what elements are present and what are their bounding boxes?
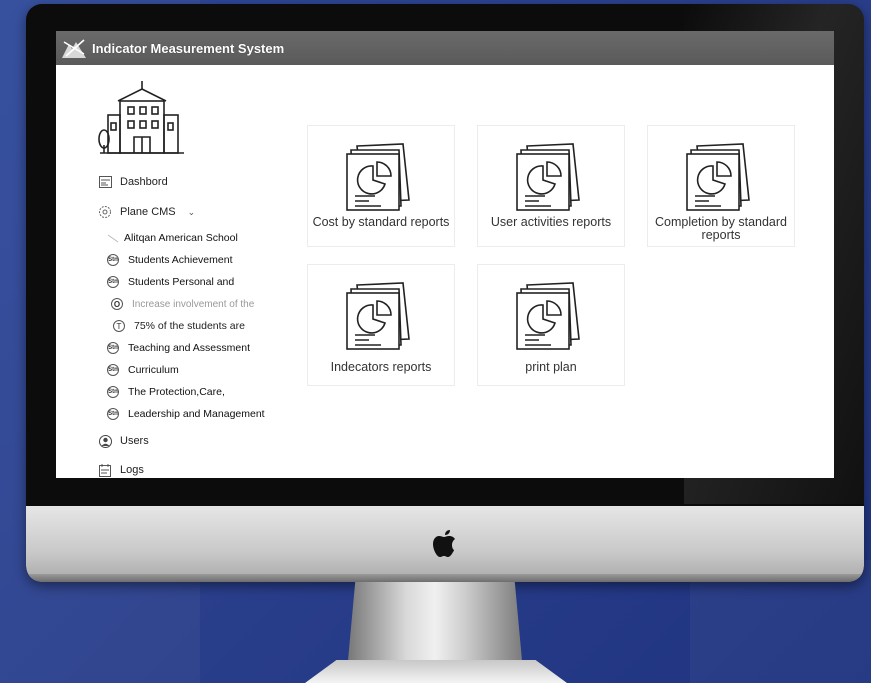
report-card-label: Indecators reports [330,360,432,374]
sidebar-item-label: Users [120,435,149,447]
settings-icon [98,205,112,219]
report-card-completion-by-standard[interactable]: Completion by standard reports [647,125,795,247]
sidebar-item-label: Dashbord [120,176,168,188]
app-logo-icon [62,39,86,58]
sidebar-item-label: Teaching and Assessment [128,342,250,354]
school-icon [106,231,120,245]
badge-icon: Stn [107,342,119,354]
report-card-indicators[interactable]: Indecators reports [307,264,455,386]
report-icon [346,282,410,350]
monitor-chin [26,506,864,582]
sidebar-item-leadership[interactable]: Stn Leadership and Management [106,407,265,421]
app-title: Indicator Measurement System [92,40,285,56]
sidebar-item-label: The Protection,Care, [128,386,225,398]
app-window: Indicator Measurement System Dashbord Pl… [56,31,834,478]
sidebar-item-teaching-assessment[interactable]: Stn Teaching and Assessment [106,341,250,355]
sidebar-item-label: Increase involvement of the [132,298,255,310]
sidebar-item-label: Students Personal and [128,276,235,288]
sidebar-item-curriculum[interactable]: Stn Curriculum [106,363,179,377]
sidebar-item-label: Logs [120,464,144,476]
sidebar-item-students-achievement[interactable]: Stn Students Achievement [106,253,232,267]
user-icon [98,434,112,448]
sidebar-item-label: Plane CMS [120,206,176,218]
badge-icon: Stn [107,254,119,266]
sidebar-item-increase-involvement[interactable]: O Increase involvement of the [110,297,254,311]
target-icon: O [111,298,123,310]
logs-icon [98,463,112,477]
badge-icon: Stn [107,276,119,288]
sidebar-item-label: Alitqan American School [124,232,238,244]
sidebar-item-dashboard[interactable]: Dashbord [98,175,168,189]
monitor-stand-base [305,660,567,683]
sidebar-item-label: Curriculum [128,364,179,376]
report-card-label: Cost by standard reports [312,215,450,229]
sidebar-item-label: Students Achievement [128,254,233,266]
monitor: Indicator Measurement System Dashbord Pl… [26,4,864,582]
report-icon [346,143,410,211]
title-bar: Indicator Measurement System [56,31,834,65]
sidebar-item-school[interactable]: Alitqan American School [106,231,238,245]
badge-icon: Stn [107,386,119,398]
report-card-print-plan[interactable]: print plan [477,264,625,386]
report-icon [686,143,750,211]
report-icon [516,282,580,350]
sidebar-item-logs[interactable]: Logs [98,463,144,477]
report-card-label: User activities reports [490,215,612,229]
sidebar-item-label: Leadership and Management [128,408,265,420]
school-icon [98,81,184,154]
monitor-chin-edge [26,574,864,582]
report-icon [516,143,580,211]
badge-icon: Stn [107,364,119,376]
apple-logo-icon [433,530,455,557]
sidebar-item-label: 75% of the students are [134,320,245,332]
sidebar-item-75-percent[interactable]: T 75% of the students are [112,319,245,333]
sidebar-item-users[interactable]: Users [98,434,149,448]
report-card-label: print plan [525,360,577,374]
badge-icon: Stn [107,408,119,420]
task-icon: T [113,320,125,332]
sidebar-item-plane-cms[interactable]: Plane CMS ⌄ [98,205,195,219]
chevron-down-icon[interactable]: ⌄ [188,207,196,218]
sidebar-item-students-personal[interactable]: Stn Students Personal and [106,275,234,289]
report-card-cost-by-standard[interactable]: Cost by standard reports [307,125,455,247]
dashboard-icon [98,175,112,189]
report-card-label: Completion by standard reports [654,215,788,242]
report-card-user-activities[interactable]: User activities reports [477,125,625,247]
sidebar-item-protection-care[interactable]: Stn The Protection,Care, [106,385,225,399]
